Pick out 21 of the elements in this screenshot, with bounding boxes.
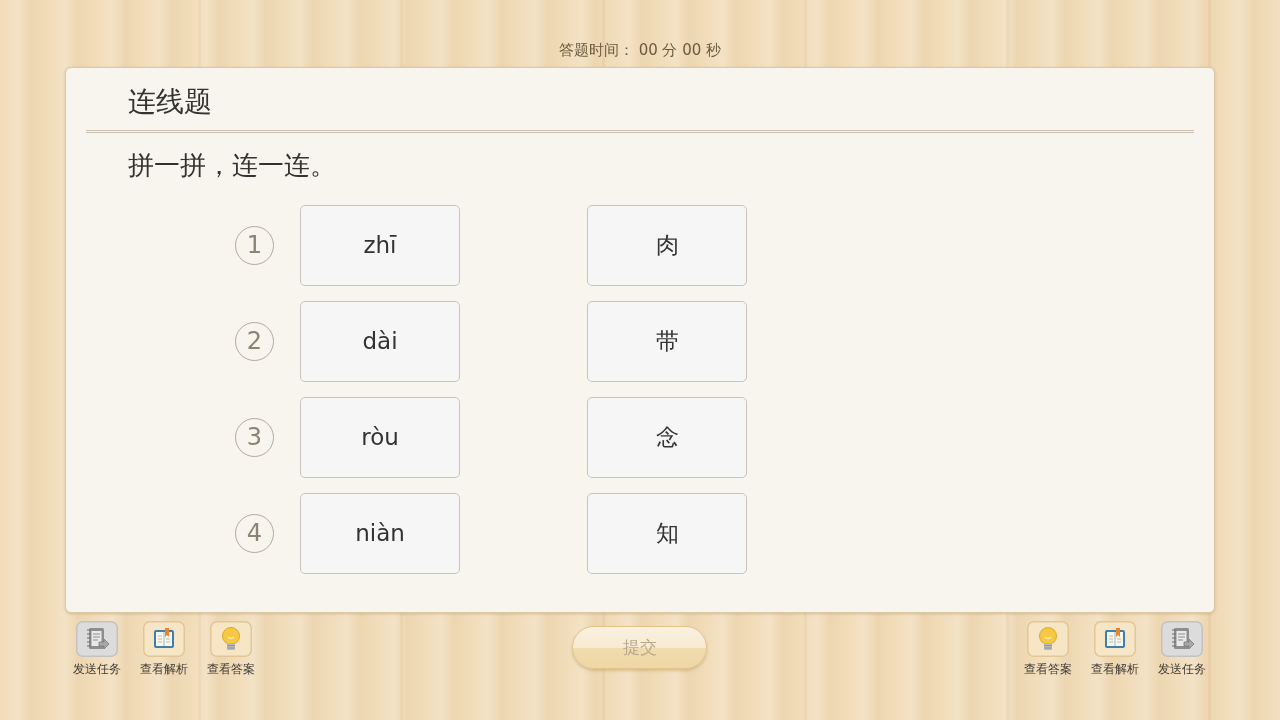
lightbulb-icon — [1027, 621, 1069, 657]
pinyin-card[interactable]: niàn — [300, 493, 460, 574]
send-task-button[interactable]: 发送任务 — [68, 621, 126, 677]
character-card[interactable]: 带 — [587, 301, 747, 382]
character-card[interactable]: 知 — [587, 493, 747, 574]
pinyin-card[interactable]: ròu — [300, 397, 460, 478]
view-answer-button[interactable]: 查看答案 — [1019, 621, 1077, 677]
timer-text: 答题时间： 00 分 00 秒 — [557, 40, 723, 61]
character-card[interactable]: 肉 — [587, 205, 747, 286]
pinyin-card[interactable]: zhī — [300, 205, 460, 286]
question-type-title: 连线题 — [128, 84, 213, 120]
send-task-button[interactable]: 发送任务 — [1153, 621, 1211, 677]
question-prompt: 拼一拼，连一连。 — [128, 149, 337, 182]
lightbulb-icon — [210, 621, 252, 657]
open-book-icon — [143, 621, 185, 657]
view-analysis-button[interactable]: 查看解析 — [135, 621, 193, 677]
view-answer-button[interactable]: 查看答案 — [202, 621, 260, 677]
view-analysis-button[interactable]: 查看解析 — [1086, 621, 1144, 677]
open-book-icon — [1094, 621, 1136, 657]
character-card[interactable]: 念 — [587, 397, 747, 478]
pinyin-card[interactable]: dài — [300, 301, 460, 382]
